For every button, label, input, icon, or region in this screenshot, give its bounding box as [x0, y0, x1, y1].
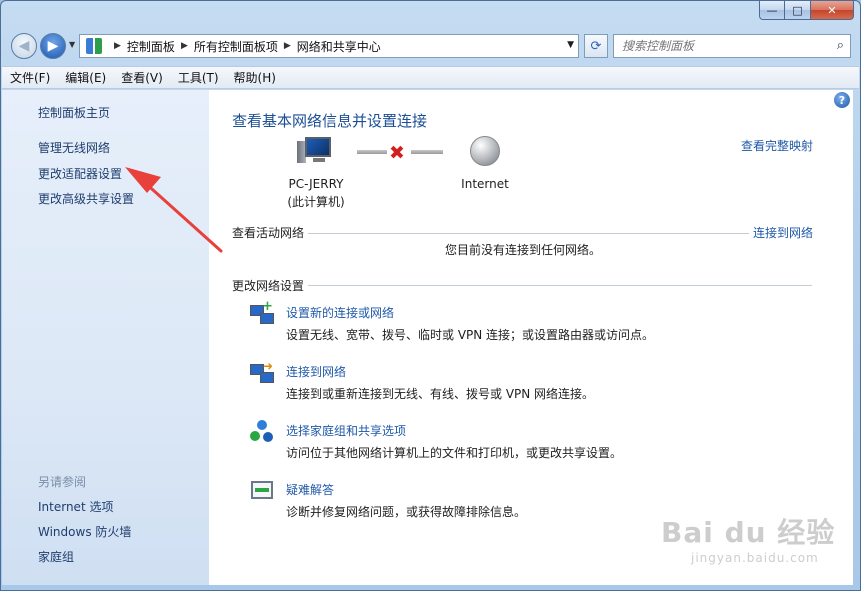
- sidebar-item-homegroup[interactable]: 家庭组: [38, 548, 74, 565]
- homegroup-icon: [250, 420, 274, 444]
- caption-buttons: — □ ✕: [759, 1, 854, 20]
- disconnected-x-icon[interactable]: ✖: [389, 142, 405, 164]
- watermark-logo-text: Bai du 经验: [661, 516, 836, 549]
- full-map-link[interactable]: 查看完整映射: [741, 137, 813, 154]
- change-settings-heading: 更改网络设置: [232, 277, 309, 294]
- search-input[interactable]: [614, 35, 814, 57]
- sidebar-item-manage-wireless[interactable]: 管理无线网络: [38, 139, 110, 156]
- menu-tools[interactable]: 工具(T): [178, 69, 219, 86]
- troubleshoot-icon: [250, 479, 274, 503]
- control-panel-window: — □ ✕ ◀ ▶ ▼ ▶ 控制面板 ▶ 所有控制面板项 ▶ 网络和共享中心 ▼…: [0, 0, 861, 591]
- connect-network-icon: ➜: [250, 359, 274, 385]
- task-homegroup-desc: 访问位于其他网络计算机上的文件和打印机，或更改共享设置。: [286, 446, 623, 460]
- task-troubleshoot-desc: 诊断并修复网络问题，或获得故障排除信息。: [286, 505, 527, 519]
- search-icon[interactable]: ⌕: [837, 38, 844, 53]
- maximize-button[interactable]: □: [785, 1, 811, 20]
- minimize-button[interactable]: —: [759, 1, 785, 20]
- connection-line: [411, 150, 443, 154]
- breadcrumb-all-items[interactable]: 所有控制面板项: [194, 38, 278, 55]
- task-troubleshoot-link[interactable]: 疑难解答: [286, 481, 334, 498]
- chevron-down-icon[interactable]: ▼: [567, 40, 574, 50]
- connection-line: [357, 150, 387, 154]
- pc-name-label: PC-JERRY: [288, 177, 344, 191]
- task-setup-connection-link[interactable]: 设置新的连接或网络: [286, 304, 394, 321]
- control-panel-icon: [86, 38, 102, 54]
- chevron-right-icon[interactable]: ▶: [114, 41, 121, 51]
- menu-help[interactable]: 帮助(H): [234, 69, 276, 86]
- address-bar[interactable]: ▶ 控制面板 ▶ 所有控制面板项 ▶ 网络和共享中心 ▼: [79, 34, 579, 58]
- task-setup-connection-desc: 设置无线、宽带、拨号、临时或 VPN 连接；或设置路由器或访问点。: [286, 328, 655, 342]
- sidebar: 控制面板主页 管理无线网络 更改适配器设置 更改高级共享设置 另请参阅 Inte…: [2, 90, 209, 585]
- search-box: ⌕: [613, 34, 851, 58]
- recent-pages-dropdown-icon[interactable]: ▼: [69, 40, 75, 49]
- watermark-url: jingyan.baidu.com: [691, 551, 819, 565]
- internet-globe-icon: [470, 136, 500, 166]
- chevron-right-icon[interactable]: ▶: [284, 41, 291, 51]
- chevron-right-icon[interactable]: ▶: [181, 41, 188, 51]
- forward-arrow-icon[interactable]: ▶: [40, 33, 66, 59]
- menu-edit[interactable]: 编辑(E): [65, 69, 106, 86]
- breadcrumb-control-panel[interactable]: 控制面板: [127, 38, 175, 55]
- no-connection-status: 您目前没有连接到任何网络。: [445, 243, 602, 257]
- menu-bar: 文件(F) 编辑(E) 查看(V) 工具(T) 帮助(H): [2, 66, 859, 89]
- baidu-watermark: Bai du 经验 jingyan.baidu.com: [661, 511, 835, 565]
- navigation-bar: ◀ ▶ ▼ ▶ 控制面板 ▶ 所有控制面板项 ▶ 网络和共享中心 ▼ ⟳ ⌕: [9, 32, 854, 62]
- connect-to-network-link[interactable]: 连接到网络: [748, 224, 813, 241]
- active-networks-heading: 查看活动网络: [232, 224, 309, 241]
- breadcrumb-network-center[interactable]: 网络和共享中心: [297, 38, 381, 55]
- help-icon[interactable]: ?: [834, 92, 850, 108]
- sidebar-item-adapter-settings[interactable]: 更改适配器设置: [38, 165, 122, 182]
- sidebar-item-home[interactable]: 控制面板主页: [38, 104, 110, 121]
- task-connect-network-link[interactable]: 连接到网络: [286, 363, 346, 380]
- task-connect-network-desc: 连接到或重新连接到无线、有线、拨号或 VPN 网络连接。: [286, 387, 595, 401]
- task-homegroup-link[interactable]: 选择家庭组和共享选项: [286, 422, 406, 439]
- divider: [232, 233, 812, 234]
- close-button[interactable]: ✕: [811, 1, 854, 20]
- divider: [232, 285, 812, 286]
- sidebar-item-firewall[interactable]: Windows 防火墙: [38, 523, 131, 540]
- new-connection-icon: +: [250, 299, 274, 326]
- sidebar-item-advanced-sharing[interactable]: 更改高级共享设置: [38, 190, 134, 207]
- menu-view[interactable]: 查看(V): [121, 69, 163, 86]
- menu-file[interactable]: 文件(F): [10, 69, 50, 86]
- back-arrow-icon[interactable]: ◀: [11, 33, 37, 59]
- refresh-icon[interactable]: ⟳: [584, 34, 608, 58]
- page-title: 查看基本网络信息并设置连接: [232, 112, 428, 130]
- pc-subtitle-label: (此计算机): [287, 195, 345, 209]
- internet-label: Internet: [461, 177, 509, 191]
- sidebar-item-internet-options[interactable]: Internet 选项: [38, 498, 113, 515]
- computer-icon: [297, 137, 331, 165]
- see-also-heading: 另请参阅: [38, 475, 87, 489]
